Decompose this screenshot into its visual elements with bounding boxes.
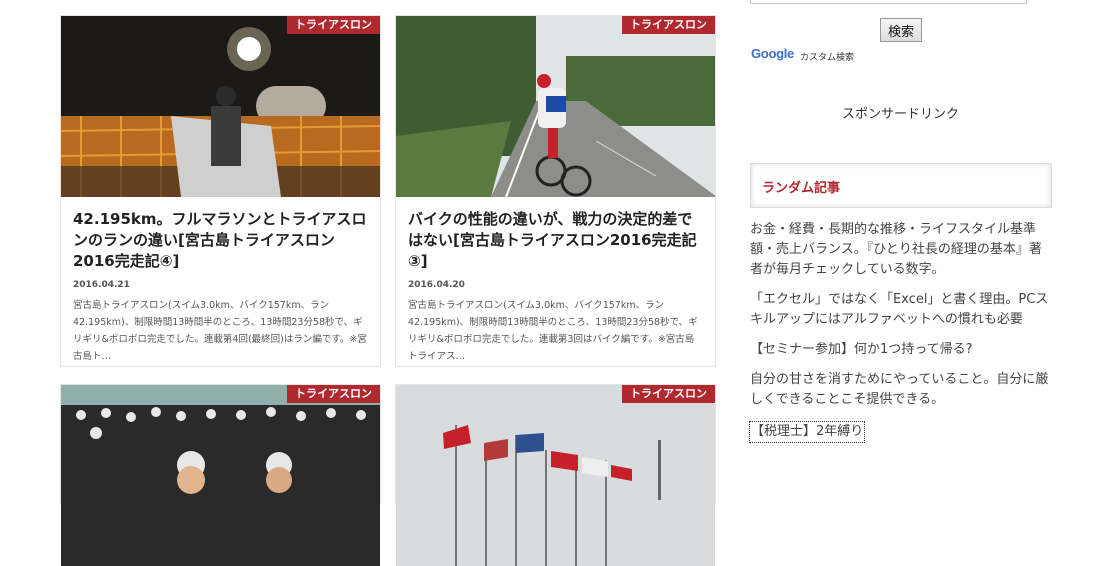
post-thumbnail[interactable]: トライアスロン [396,385,715,566]
category-badge[interactable]: トライアスロン [622,16,715,34]
post-thumbnail[interactable]: トライアスロン [61,16,380,197]
post-card[interactable]: トライアスロン バイクの性能の違いが、戦力の決定的差ではない[宮古島トライアスロ… [395,15,716,367]
random-article-link[interactable]: 【セミナー参加】何か1つ持って帰る? [750,340,1050,360]
widget-title: ランダム記事 [762,181,841,196]
post-thumbnail[interactable]: トライアスロン [61,385,380,566]
category-badge[interactable]: トライアスロン [622,385,715,403]
random-article-link[interactable]: 【税理士】2年縛り [748,421,866,443]
post-thumbnail[interactable]: トライアスロン [396,16,715,197]
post-title[interactable]: バイクの性能の違いが、戦力の決定的差ではない[宮古島トライアスロン2016完走記… [408,209,703,272]
post-card[interactable]: トライアスロン [60,384,381,566]
random-article-link[interactable]: 自分の甘さを消すためにやっていること。自分に厳しくできることこそ提供できる。 [750,370,1050,410]
post-card[interactable]: トライアスロン 42.195km。フルマラソンとトライアスロンのランの違い[宮古… [60,15,381,367]
post-date: 2016.04.20 [408,280,465,290]
post-excerpt: 宮古島トライアスロン(スイム3.0km、バイク157km、ラン42.195km)… [408,300,698,362]
random-article-list: お金・経費・長期的な推移・ライフスタイル基準額・売上バランス。『ひとり社長の経理… [748,220,1050,452]
post-date: 2016.04.21 [73,280,130,290]
google-logo-text: Google [751,46,794,61]
category-badge[interactable]: トライアスロン [287,16,380,34]
post-card[interactable]: トライアスロン [395,384,716,566]
sponsor-label: スポンサードリンク [842,107,960,122]
google-logo: Google [751,46,794,61]
random-article-link[interactable]: お金・経費・長期的な推移・ライフスタイル基準額・売上バランス。『ひとり社長の経理… [750,220,1050,280]
post-title[interactable]: 42.195km。フルマラソンとトライアスロンのランの違い[宮古島トライアスロン… [73,209,368,272]
search-button[interactable]: 検索 [880,18,922,42]
search-input[interactable] [750,0,1027,4]
custom-search-label: カスタム検索 [800,53,855,63]
random-article-link[interactable]: 「エクセル」ではなく「Excel」と書く理由。PCスキルアップにはアルファベット… [750,290,1050,330]
random-widget-header: ランダム記事 [750,163,1052,208]
post-excerpt: 宮古島トライアスロン(スイム3.0km、バイク157km、ラン42.195km)… [73,300,367,362]
category-badge[interactable]: トライアスロン [287,385,380,403]
